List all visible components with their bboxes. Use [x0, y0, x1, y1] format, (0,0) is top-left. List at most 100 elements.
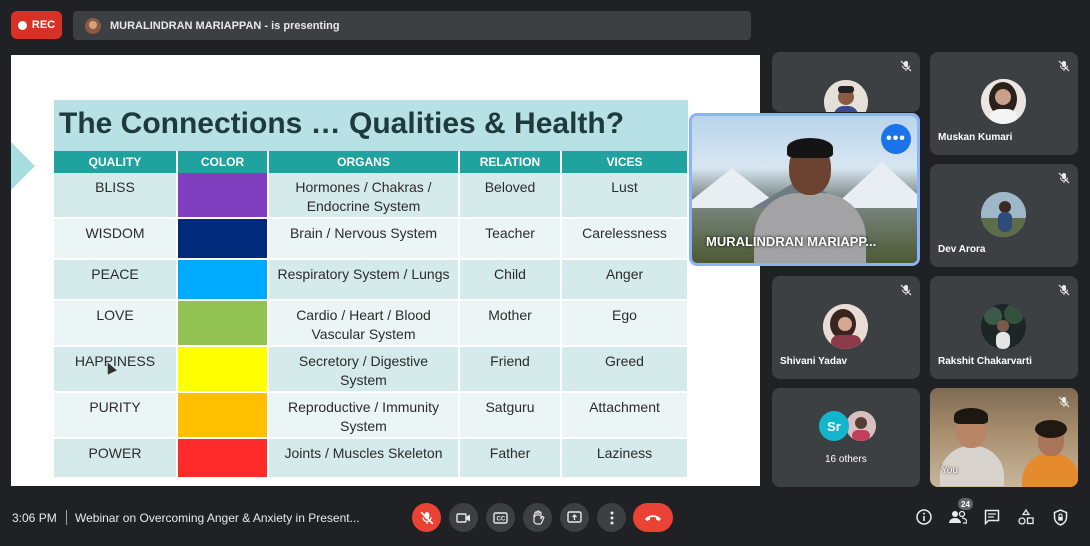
meet-window: REC MURALINDRAN MARIAPPAN - is presentin…: [0, 0, 1090, 546]
vice-cell: Lust: [561, 173, 689, 219]
more-options-button[interactable]: •••: [881, 124, 911, 154]
participant-tile[interactable]: Shivani Yadav: [772, 276, 920, 379]
mic-off-icon: [1058, 284, 1070, 296]
clock: 3:06 PM: [12, 511, 57, 525]
participant-avatar: [824, 80, 868, 112]
relation-cell: Mother: [459, 300, 562, 347]
table-row: PEACE Respiratory System / Lungs Child Ange…: [54, 259, 689, 301]
table-row: POWER Joints / Muscles Skeleton Father Lazi…: [54, 438, 689, 479]
organs-cell: Secretory / Digestive System: [268, 346, 460, 393]
others-initials-avatar: Sr: [819, 411, 849, 441]
quality-cell: BLISS: [54, 173, 178, 219]
mic-off-icon: [1058, 396, 1070, 408]
organs-line: Endocrine System: [306, 198, 421, 214]
chat-icon: [984, 509, 1000, 525]
participant-tile[interactable]: Rakshit Chakarvarti: [930, 276, 1078, 379]
recording-label: REC: [31, 19, 56, 31]
record-dot-icon: [17, 20, 27, 30]
presenting-banner: MURALINDRAN MARIAPPAN - is presenting: [73, 11, 751, 40]
table-row: WISDOM Brain / Nervous System Teacher Carel…: [54, 218, 689, 260]
camera-toggle-button[interactable]: [449, 503, 478, 532]
mic-off-icon: [1058, 60, 1070, 72]
color-swatch: [178, 301, 267, 345]
color-swatch: [178, 219, 267, 258]
presenting-text: MURALINDRAN MARIAPPAN - is presenting: [110, 19, 340, 32]
present-icon: [567, 511, 582, 523]
host-controls-button[interactable]: [1051, 508, 1069, 526]
captions-button[interactable]: CC: [486, 503, 515, 532]
organs-cell: Hormones / Chakras / Endocrine System: [268, 173, 460, 219]
participant-tile[interactable]: Dev Arora: [930, 164, 1078, 267]
vice-cell: Attachment: [561, 392, 689, 439]
hand-icon: [532, 510, 544, 525]
participant-tile[interactable]: [772, 52, 920, 112]
color-cell: [177, 300, 269, 347]
vice-cell: Greed: [561, 346, 689, 393]
more-options-button[interactable]: [597, 503, 626, 532]
leave-call-button[interactable]: [633, 503, 673, 532]
table-row: HAPPINESS Secretory / Digestive System Frie…: [54, 346, 689, 393]
organs-cell: Respiratory System / Lungs: [268, 259, 460, 301]
mic-off-icon: [420, 511, 433, 524]
presenter-mini-avatar: [85, 17, 101, 34]
presenter-name: MURALINDRAN MARIAPP...: [706, 234, 877, 249]
organs-cell: Reproductive / Immunity System: [268, 392, 460, 439]
slide-arrow-decoration: [11, 142, 35, 190]
mic-off-icon: [900, 284, 912, 296]
color-swatch: [178, 347, 267, 391]
self-label: You: [941, 465, 958, 476]
meeting-title: Webinar on Overcoming Anger & Anxiety in…: [75, 511, 360, 525]
divider: [66, 510, 67, 525]
people-button[interactable]: [949, 508, 967, 526]
quality-cell: LOVE: [54, 300, 178, 347]
self-video-tile[interactable]: You: [930, 388, 1078, 487]
others-tile[interactable]: Sr 16 others: [772, 388, 920, 487]
meeting-info-button[interactable]: [915, 508, 933, 526]
self-person-hair: [954, 408, 988, 424]
color-cell: [177, 218, 269, 260]
relation-cell: Father: [459, 438, 562, 479]
organs-cell: Cardio / Heart / Blood Vascular System: [268, 300, 460, 347]
recording-indicator: REC: [11, 11, 62, 39]
others-initials: Sr: [827, 418, 841, 434]
participant-avatar: [981, 304, 1026, 349]
camera-icon: [456, 512, 470, 523]
table-row: BLISS Hormones / Chakras / Endocrine Syste…: [54, 173, 689, 219]
more-vertical-icon: [610, 511, 613, 524]
shared-screen: The Connections … Qualities & Health? QU…: [11, 55, 760, 486]
participant-name: Rakshit Chakarvarti: [938, 356, 1032, 367]
color-swatch: [178, 260, 267, 299]
participant-tile[interactable]: Muskan Kumari: [930, 52, 1078, 155]
presenter-hair: [787, 138, 833, 158]
organs-line: Secretory / Digestive: [298, 353, 429, 369]
raise-hand-button[interactable]: [523, 503, 552, 532]
present-screen-button[interactable]: [560, 503, 589, 532]
relation-cell: Beloved: [459, 173, 562, 219]
presenter-body: [754, 193, 866, 263]
hang-up-icon: [645, 515, 661, 521]
presenter-video-tile[interactable]: ••• MURALINDRAN MARIAPP...: [689, 113, 920, 266]
column-header: COLOR: [177, 151, 269, 173]
relation-cell: Satguru: [459, 392, 562, 439]
color-cell: [177, 438, 269, 479]
organs-line: Brain / Nervous System: [289, 225, 438, 241]
quality-cell: WISDOM: [54, 218, 178, 260]
activities-button[interactable]: [1017, 508, 1035, 526]
mic-toggle-button[interactable]: [412, 503, 441, 532]
table-header-row: QUALITY COLOR ORGANS RELATION VICES: [54, 151, 689, 173]
chat-button[interactable]: [983, 508, 1001, 526]
color-cell: [177, 259, 269, 301]
organs-line: Vascular System: [311, 326, 416, 342]
vice-cell: Laziness: [561, 438, 689, 479]
color-swatch: [178, 439, 267, 477]
others-photo-avatar: [846, 411, 876, 441]
organs-line: Hormones / Chakras /: [295, 179, 432, 195]
captions-icon: CC: [493, 511, 508, 524]
vice-cell: Anger: [561, 259, 689, 301]
svg-text:CC: CC: [497, 516, 506, 522]
info-icon: [916, 509, 932, 525]
table-row: PURITY Reproductive / Immunity System Satgu…: [54, 392, 689, 439]
participant-avatar: [981, 79, 1026, 124]
column-header: ORGANS: [268, 151, 460, 173]
qualities-table: QUALITY COLOR ORGANS RELATION VICES BLIS…: [54, 151, 689, 479]
